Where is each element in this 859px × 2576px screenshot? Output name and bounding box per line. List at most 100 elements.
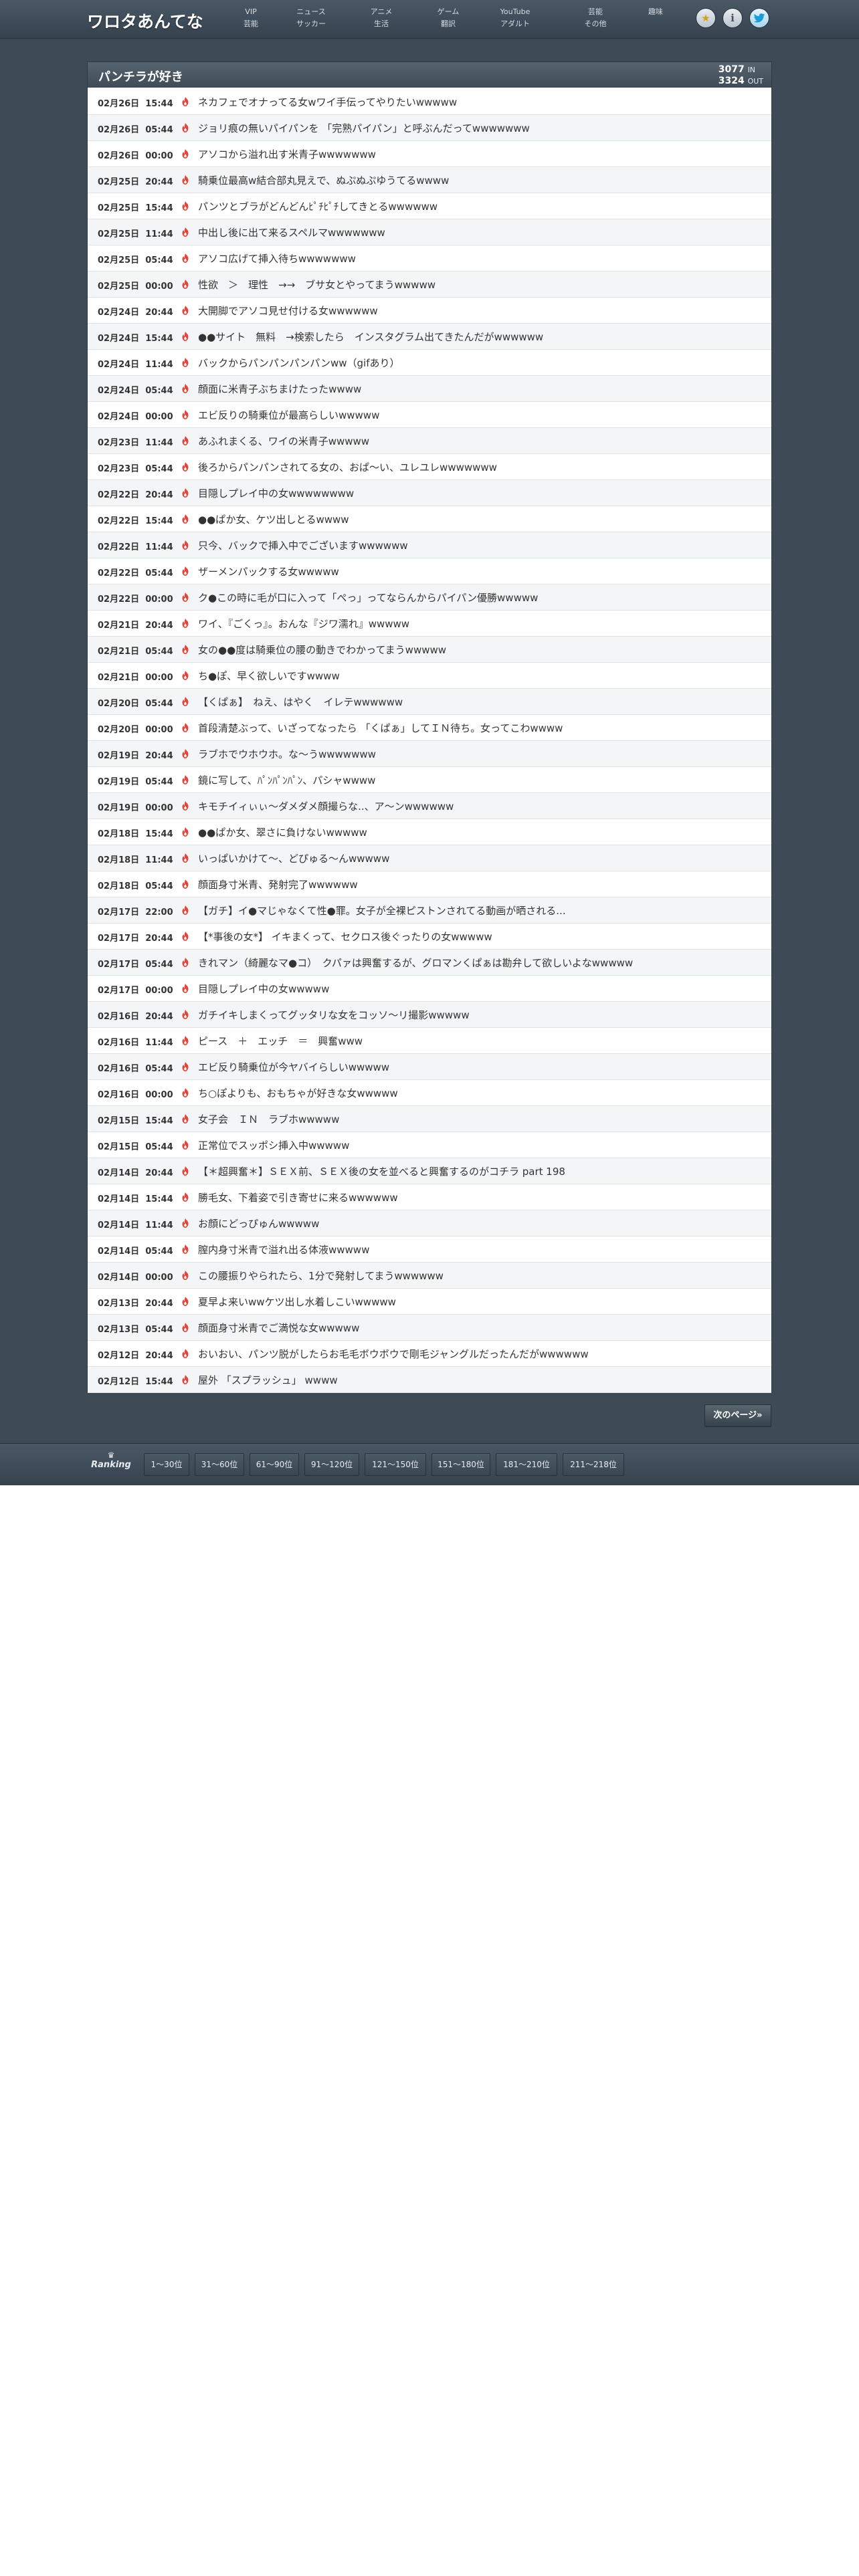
article-title-link[interactable]: ガチイキしまくってグッタリな女をコッソ〜リ撮影wwwww xyxy=(198,1008,760,1022)
article-title-link[interactable]: ち○ぽよりも、おもちゃが好きな女wwwww xyxy=(198,1087,760,1100)
article-title-link[interactable]: 顔面身寸米青でご満悦な女wwwww xyxy=(198,1321,760,1335)
article-title-link[interactable]: ザーメンパックする女wwwww xyxy=(198,565,760,578)
article-row[interactable]: 02月21日 05:44 女の●●度は騎乗位の腰の動きでわかってまうwwwww xyxy=(88,637,771,663)
article-row[interactable]: 02月17日 05:44 きれマン（綺麗なマ●コ） クパァは興奮するが、グロマンく… xyxy=(88,950,771,976)
site-logo[interactable]: ワロタあんてな xyxy=(87,9,203,33)
article-title-link[interactable]: 後ろからパンパンされてる女の、おぱ～い、ユレユレwwwwwww xyxy=(198,461,760,474)
star-icon[interactable]: ★ xyxy=(696,8,716,28)
ranking-range-button[interactable]: 181〜210位 xyxy=(496,1453,557,1476)
article-row[interactable]: 02月13日 05:44 顔面身寸米青でご満悦な女wwwww xyxy=(88,1315,771,1341)
article-title-link[interactable]: 膣内身寸米青で溢れ出る体液wwwww xyxy=(198,1243,760,1257)
article-row[interactable]: 02月24日 05:44 顔面に米青子ぶちまけたったwwww xyxy=(88,376,771,402)
article-row[interactable]: 02月22日 15:44 ●●ぱか女、ケツ出しとるwwww xyxy=(88,506,771,532)
article-title-link[interactable]: ●●ぱか女、翠さに負けないwwwww xyxy=(198,826,760,839)
article-row[interactable]: 02月16日 00:00 ち○ぽよりも、おもちゃが好きな女wwwww xyxy=(88,1080,771,1106)
article-row[interactable]: 02月16日 11:44 ピース ＋ エッチ ＝ 興奮www xyxy=(88,1028,771,1054)
article-title-link[interactable]: パンツとブラがどんどんﾋﾟﾁﾋﾟﾁしてきとるwwwwww xyxy=(198,200,760,213)
article-row[interactable]: 02月12日 20:44 おいおい、パンツ脱がしたらお毛毛ボウボウで剛毛ジャングル… xyxy=(88,1341,771,1367)
article-row[interactable]: 02月24日 15:44 ●●サイト 無料 →検索したら インスタグラム出てきたん… xyxy=(88,324,771,350)
article-row[interactable]: 02月16日 20:44 ガチイキしまくってグッタリな女をコッソ〜リ撮影wwwww xyxy=(88,1002,771,1028)
article-row[interactable]: 02月18日 05:44 顔面身寸米青、発射完了wwwwww xyxy=(88,871,771,897)
article-row[interactable]: 02月19日 05:44 鏡に写して、ﾊﾟﾝﾊﾟﾝﾊﾟﾝ、パシャwwww xyxy=(88,767,771,793)
article-title-link[interactable]: 只今、バックで挿入中でございますwwwwww xyxy=(198,539,760,552)
nav-link[interactable]: VIP xyxy=(221,6,281,18)
nav-link[interactable]: ニュース xyxy=(281,6,341,18)
article-title-link[interactable]: 夏早よ来いwwケツ出し水着しこいwwwww xyxy=(198,1295,760,1309)
panel-title[interactable]: パンチラが好き xyxy=(98,68,183,85)
ranking-range-button[interactable]: 121〜150位 xyxy=(365,1453,426,1476)
article-row[interactable]: 02月15日 05:44 正常位でスッポシ挿入中wwwww xyxy=(88,1132,771,1158)
article-title-link[interactable]: 女の●●度は騎乗位の腰の動きでわかってまうwwwww xyxy=(198,643,760,657)
article-row[interactable]: 02月19日 20:44 ラブホでウホウホ。な～うwwwwwww xyxy=(88,741,771,767)
article-row[interactable]: 02月23日 05:44 後ろからパンパンされてる女の、おぱ～い、ユレユレwwww… xyxy=(88,454,771,480)
article-title-link[interactable]: 騎乗位最高w結合部丸見えで、ぬぷぬぷゆうてるwwww xyxy=(198,174,760,187)
article-row[interactable]: 02月20日 05:44 【くぱぁ】 ねえ、はやく イレテwwwwww xyxy=(88,689,771,715)
article-row[interactable]: 02月18日 11:44 いっぱいかけて～、どぴゅる～んwwwww xyxy=(88,845,771,871)
article-row[interactable]: 02月16日 05:44 エビ反り騎乗位が今ヤバイらしいwwwww xyxy=(88,1054,771,1080)
article-title-link[interactable]: ジョリ痕の無いパイパンを 「完熟パイパン」と呼ぶんだってwwwwwww xyxy=(198,122,760,135)
article-row[interactable]: 02月20日 00:00 首段清楚ぶって、いざってなったら 「くぱぁ」してＩＮ待ち… xyxy=(88,715,771,741)
article-title-link[interactable]: おいおい、パンツ脱がしたらお毛毛ボウボウで剛毛ジャングルだったんだがwwwwww xyxy=(198,1348,760,1361)
article-row[interactable]: 02月14日 15:44 勝毛女、下着姿で引き寄せに来るwwwwww xyxy=(88,1184,771,1210)
ranking-range-button[interactable]: 151〜180位 xyxy=(432,1453,490,1476)
article-title-link[interactable]: この腰振りやられたら、1分で発射してまうwwwwww xyxy=(198,1269,760,1283)
article-row[interactable]: 02月12日 15:44 屋外 「スプラッシュ」 wwww xyxy=(88,1367,771,1393)
article-row[interactable]: 02月24日 11:44 バックからパンパンパンパンww（gifあり） xyxy=(88,350,771,376)
article-row[interactable]: 02月15日 15:44 女子会 ＩＮ ラブホwwwww xyxy=(88,1106,771,1132)
article-title-link[interactable]: ち●ぽ、早く欲しいですwwww xyxy=(198,669,760,683)
article-title-link[interactable]: バックからパンパンパンパンww（gifあり） xyxy=(198,356,760,370)
article-row[interactable]: 02月26日 15:44 ネカフェでオナってる女wワイ手伝ってやりたいwwwww xyxy=(88,89,771,115)
ranking-range-button[interactable]: 91〜120位 xyxy=(304,1453,359,1476)
article-title-link[interactable]: 正常位でスッポシ挿入中wwwww xyxy=(198,1139,760,1152)
nav-link[interactable]: YouTube xyxy=(485,6,545,18)
article-title-link[interactable]: 大開脚でアソコ見せ付ける女wwwwww xyxy=(198,304,760,318)
article-title-link[interactable]: ネカフェでオナってる女wワイ手伝ってやりたいwwwww xyxy=(198,96,760,109)
article-title-link[interactable]: ●●ぱか女、ケツ出しとるwwww xyxy=(198,513,760,526)
article-title-link[interactable]: 中出し後に出て来るスペルマwwwwwww xyxy=(198,226,760,239)
article-title-link[interactable]: ●●サイト 無料 →検索したら インスタグラム出てきたんだがwwwwww xyxy=(198,330,760,344)
article-row[interactable]: 02月21日 00:00 ち●ぽ、早く欲しいですwwww xyxy=(88,663,771,689)
article-row[interactable]: 02月25日 11:44 中出し後に出て来るスペルマwwwwwww xyxy=(88,219,771,245)
article-row[interactable]: 02月22日 11:44 只今、バックで挿入中でございますwwwwww xyxy=(88,532,771,558)
article-title-link[interactable]: 【*事後の女*】 イキまくって、セクロス後ぐったりの女wwwww xyxy=(198,930,760,944)
article-title-link[interactable]: 性欲 ＞ 理性 →→ ブサ女とやってまうwwwww xyxy=(198,278,760,292)
nav-link[interactable]: アニメ xyxy=(351,6,411,18)
article-title-link[interactable]: 【＊超興奮＊】ＳＥＸ前、ＳＥＸ後の女を並べると興奮するのがコチラ part 19… xyxy=(198,1165,760,1178)
ranking-range-button[interactable]: 31〜60位 xyxy=(195,1453,244,1476)
nav-link[interactable]: サッカー xyxy=(281,18,341,30)
article-row[interactable]: 02月26日 05:44 ジョリ痕の無いパイパンを 「完熟パイパン」と呼ぶんだって… xyxy=(88,115,771,141)
article-title-link[interactable]: ピース ＋ エッチ ＝ 興奮www xyxy=(198,1035,760,1048)
article-row[interactable]: 02月14日 00:00 この腰振りやられたら、1分で発射してまうwwwwww xyxy=(88,1263,771,1289)
article-row[interactable]: 02月25日 20:44 騎乗位最高w結合部丸見えで、ぬぷぬぷゆうてるwwww xyxy=(88,167,771,193)
article-row[interactable]: 02月17日 00:00 目隠しプレイ中の女wwwww xyxy=(88,976,771,1002)
next-page-button[interactable]: 次のページ» xyxy=(704,1404,771,1427)
nav-link[interactable]: その他 xyxy=(565,18,626,30)
article-title-link[interactable]: 勝毛女、下着姿で引き寄せに来るwwwwww xyxy=(198,1191,760,1204)
article-row[interactable]: 02月14日 11:44 お顔にどっぴゅんwwwww xyxy=(88,1210,771,1237)
ranking-range-button[interactable]: 211〜218位 xyxy=(563,1453,624,1476)
nav-link[interactable]: 翻訳 xyxy=(418,18,478,30)
article-title-link[interactable]: きれマン（綺麗なマ●コ） クパァは興奮するが、グロマンくぱぁは勘弁して欲しいよな… xyxy=(198,956,760,970)
article-title-link[interactable]: 【くぱぁ】 ねえ、はやく イレテwwwwww xyxy=(198,695,760,709)
article-title-link[interactable]: 首段清楚ぶって、いざってなったら 「くぱぁ」してＩＮ待ち。女ってこわwwww xyxy=(198,722,760,735)
article-row[interactable]: 02月25日 00:00 性欲 ＞ 理性 →→ ブサ女とやってまうwwwww xyxy=(88,272,771,298)
nav-link[interactable]: 芸能 xyxy=(565,6,626,18)
article-row[interactable]: 02月19日 00:00 キモチイィぃぃ～ダメダメ顔撮らな..、ア～ンwwwwww xyxy=(88,793,771,819)
nav-link[interactable]: 生活 xyxy=(351,18,411,30)
article-title-link[interactable]: エビ反り騎乗位が今ヤバイらしいwwwww xyxy=(198,1061,760,1074)
nav-link[interactable]: 趣味 xyxy=(626,6,686,18)
article-row[interactable]: 02月22日 20:44 目隠しプレイ中の女wwwwwwww xyxy=(88,480,771,506)
info-icon[interactable]: i xyxy=(723,8,743,28)
twitter-icon[interactable] xyxy=(749,8,769,28)
article-title-link[interactable]: ラブホでウホウホ。な～うwwwwwww xyxy=(198,748,760,761)
article-row[interactable]: 02月23日 11:44 あふれまくる、ワイの米青子wwwww xyxy=(88,428,771,454)
article-row[interactable]: 02月25日 15:44 パンツとブラがどんどんﾋﾟﾁﾋﾟﾁしてきとるwwwwww xyxy=(88,193,771,219)
article-title-link[interactable]: 屋外 「スプラッシュ」 wwww xyxy=(198,1374,760,1387)
nav-link[interactable]: アダルト xyxy=(485,18,545,30)
article-title-link[interactable]: アソコから溢れ出す米青子wwwwwww xyxy=(198,148,760,161)
nav-link[interactable]: 芸能 xyxy=(221,18,281,30)
article-row[interactable]: 02月17日 20:44 【*事後の女*】 イキまくって、セクロス後ぐったりの女w… xyxy=(88,924,771,950)
article-title-link[interactable]: 【ガチ】イ●マじゃなくて性●罪。女子が全裸ピストンされてる動画が晒される... xyxy=(198,904,760,918)
ranking-range-button[interactable]: 1〜30位 xyxy=(144,1453,189,1476)
article-row[interactable]: 02月26日 00:00 アソコから溢れ出す米青子wwwwwww xyxy=(88,141,771,167)
